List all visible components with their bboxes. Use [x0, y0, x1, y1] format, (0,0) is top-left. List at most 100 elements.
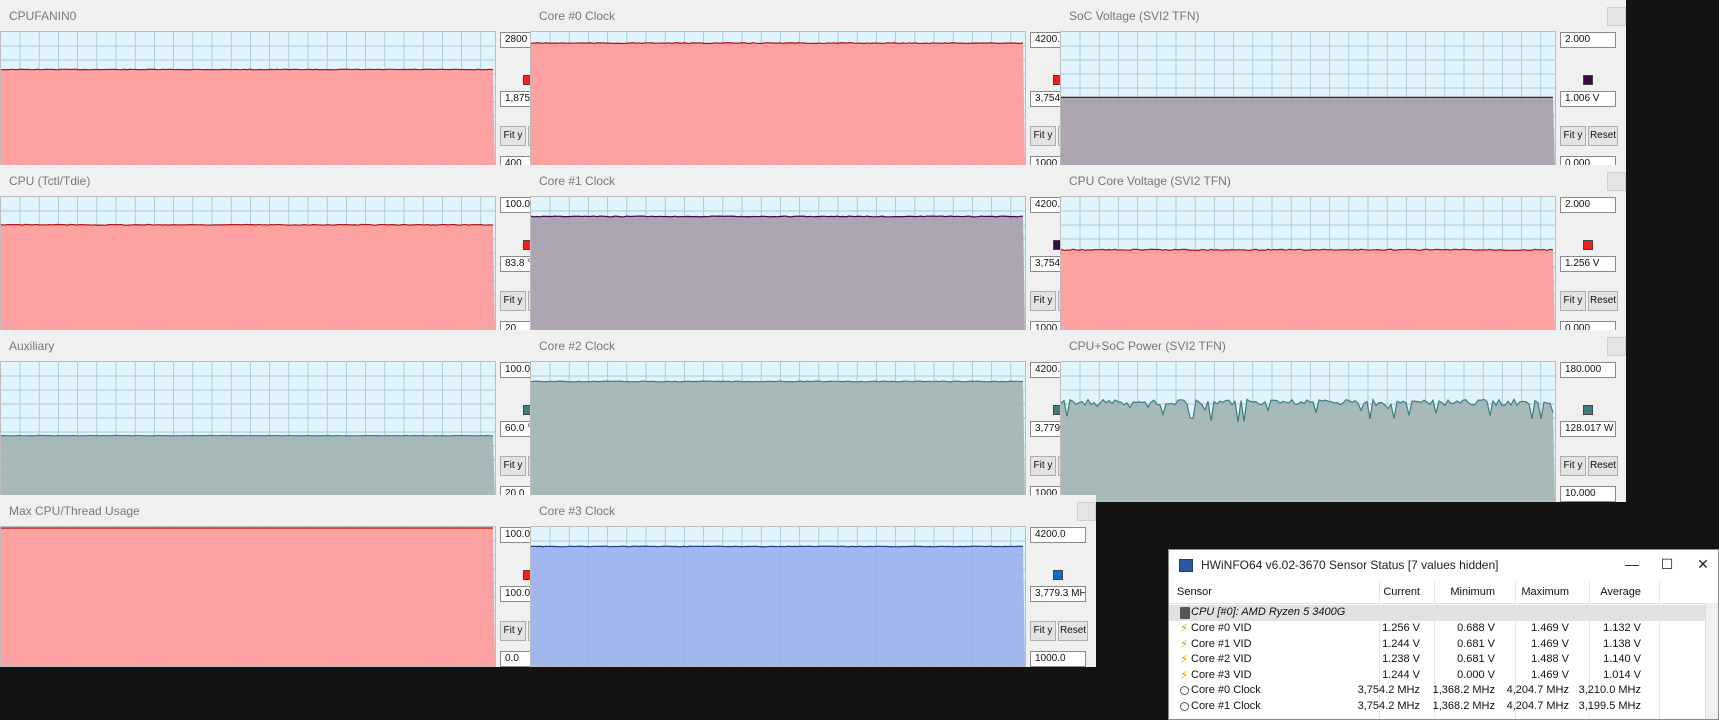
graph-current-value: 1.006 V	[1560, 91, 1616, 107]
graph-area	[1061, 399, 1555, 501]
sensor-graph	[0, 361, 496, 502]
table-row[interactable]: ⚡ Core #1 VID 1.244 V 0.681 V 1.469 V 1.…	[1169, 637, 1718, 653]
graph-color-swatch[interactable]	[1583, 405, 1593, 415]
sensor-graph-panel: SoC Voltage (SVI2 TFN) 2.000 1.006 V Fit…	[1060, 0, 1626, 172]
reset-button[interactable]: Reset	[1588, 291, 1618, 311]
graph-min-value[interactable]: 1000.0	[1030, 651, 1086, 667]
clock-icon	[1180, 701, 1189, 711]
lightning-icon: ⚡	[1180, 652, 1189, 666]
panel-close-button[interactable]	[1077, 502, 1096, 521]
graph-color-swatch[interactable]	[1583, 75, 1593, 85]
hwinfo-window-title: HWiNFO64 v6.02-3670 Sensor Status [7 val…	[1201, 558, 1499, 572]
panel-title: Core #3 Clock	[539, 504, 616, 518]
sensor-graph	[530, 361, 1026, 502]
reset-button[interactable]: Reset	[1588, 126, 1618, 146]
table-row[interactable]: ⚡ Core #0 VID 1.256 V 0.688 V 1.469 V 1.…	[1169, 621, 1718, 637]
sensor-name: Core #2 VID	[1191, 653, 1252, 665]
sensor-maximum: 1.469 V	[1531, 637, 1569, 650]
graph-line	[531, 380, 1024, 383]
panel-title: Core #2 Clock	[539, 339, 616, 353]
fit-y-button[interactable]: Fit y	[1030, 621, 1056, 641]
cpu-chip-icon	[1180, 607, 1190, 619]
sensor-graph-panel: CPUFANIN0 2800 1,875 RPM Fit y Reset 400	[0, 0, 566, 172]
panel-title: CPU Core Voltage (SVI2 TFN)	[1069, 174, 1231, 188]
column-header-sensor[interactable]: Sensor	[1177, 586, 1212, 598]
table-row[interactable]: ⚡ Core #2 VID 1.238 V 0.681 V 1.488 V 1.…	[1169, 652, 1718, 668]
fit-y-button[interactable]: Fit y	[500, 291, 526, 311]
sensor-minimum: 0.681 V	[1457, 653, 1495, 665]
graph-max-value[interactable]: 2.000	[1560, 32, 1616, 48]
table-row[interactable]: Core #1 Clock 3,754.2 MHz 1,368.2 MHz 4,…	[1169, 699, 1718, 715]
reset-button[interactable]: Reset	[1058, 621, 1088, 641]
graph-area	[531, 42, 1025, 171]
sensor-graph	[530, 196, 1026, 337]
sensor-graph-panel: Max CPU/Thread Usage 100.0 100.0 % Fit y…	[0, 495, 566, 667]
sensor-minimum: 0.688 V	[1457, 622, 1495, 634]
sensor-name: Core #0 Clock	[1191, 684, 1261, 696]
fit-y-button[interactable]: Fit y	[1030, 126, 1056, 146]
panel-title: CPU (Tctl/Tdie)	[9, 174, 91, 188]
graph-area	[1, 435, 495, 501]
sensor-group-row[interactable]: CPU [#0]: AMD Ryzen 5 3400G	[1169, 605, 1718, 621]
hwinfo-app-icon	[1179, 559, 1193, 572]
graph-min-value[interactable]: 10.000	[1560, 486, 1616, 502]
fit-y-button[interactable]: Fit y	[1030, 291, 1056, 311]
graph-svg	[531, 527, 1025, 666]
graph-area	[1, 69, 495, 171]
sensor-current: 3,754.2 MHz	[1357, 699, 1420, 712]
sensor-average: 1.138 V	[1603, 637, 1641, 650]
graph-max-value[interactable]: 180.000	[1560, 362, 1616, 378]
panel-title: CPUFANIN0	[9, 9, 77, 23]
sensor-average: 1.140 V	[1603, 653, 1641, 665]
graph-area	[1061, 97, 1555, 171]
column-header-maximum[interactable]: Maximum	[1491, 586, 1569, 598]
panel-close-button[interactable]	[1607, 7, 1626, 26]
fit-y-button[interactable]: Fit y	[1560, 456, 1586, 476]
sensor-graph	[530, 526, 1026, 667]
vertical-scrollbar[interactable]	[1705, 603, 1718, 719]
sensor-minimum: 0.681 V	[1457, 637, 1495, 650]
hwinfo-titlebar[interactable]: HWiNFO64 v6.02-3670 Sensor Status [7 val…	[1169, 550, 1718, 580]
graph-line	[531, 42, 1024, 45]
graph-max-value[interactable]: 2.000	[1560, 197, 1616, 213]
sensor-graph	[1060, 196, 1556, 337]
maximize-button[interactable]: ☐	[1656, 554, 1678, 574]
fit-y-button[interactable]: Fit y	[1560, 126, 1586, 146]
close-button[interactable]: ✕	[1692, 554, 1714, 574]
column-header-minimum[interactable]: Minimum	[1417, 586, 1495, 598]
fit-y-button[interactable]: Fit y	[1030, 456, 1056, 476]
sensor-graph-panel: CPU (Tctl/Tdie) 100.0 83.8 °C Fit y Rese…	[0, 165, 566, 337]
sensor-group-label: CPU [#0]: AMD Ryzen 5 3400G	[1191, 606, 1346, 618]
table-row[interactable]: ⚡ Core #3 VID 1.244 V 0.000 V 1.469 V 1.…	[1169, 668, 1718, 684]
panel-title: SoC Voltage (SVI2 TFN)	[1069, 9, 1200, 23]
graph-svg	[1, 197, 495, 336]
graph-color-swatch[interactable]	[1583, 240, 1593, 250]
graph-current-value: 1.256 V	[1560, 256, 1616, 272]
sensor-graph-panel: Auxiliary 100.0 60.0 °C Fit y Reset 20.0	[0, 330, 566, 502]
panel-title: CPU+SoC Power (SVI2 TFN)	[1069, 339, 1226, 353]
column-header-current[interactable]: Current	[1342, 586, 1420, 598]
graph-svg	[1, 32, 495, 171]
sensor-current: 1.238 V	[1382, 653, 1420, 665]
graph-line	[531, 215, 1024, 218]
graph-max-value[interactable]: 4200.0	[1030, 527, 1086, 543]
panel-title: Max CPU/Thread Usage	[9, 504, 140, 518]
fit-y-button[interactable]: Fit y	[500, 456, 526, 476]
fit-y-button[interactable]: Fit y	[1560, 291, 1586, 311]
graph-svg	[531, 362, 1025, 501]
fit-y-button[interactable]: Fit y	[500, 621, 526, 641]
table-row[interactable]: Core #0 Clock 3,754.2 MHz 1,368.2 MHz 4,…	[1169, 683, 1718, 699]
panel-close-button[interactable]	[1607, 172, 1626, 191]
graph-line	[1, 223, 494, 226]
column-header-average[interactable]: Average	[1563, 586, 1641, 598]
reset-button[interactable]: Reset	[1588, 456, 1618, 476]
graph-current-value: 128.017 W	[1560, 421, 1616, 437]
graph-current-value: 3,779.3 MH:	[1030, 586, 1086, 602]
sensor-maximum: 4,204.7 MHz	[1506, 699, 1569, 712]
fit-y-button[interactable]: Fit y	[500, 126, 526, 146]
sensor-graph	[0, 526, 496, 667]
minimize-button[interactable]: —	[1621, 554, 1643, 574]
panel-close-button[interactable]	[1607, 337, 1626, 356]
graph-color-swatch[interactable]	[1053, 570, 1063, 580]
sensor-current: 1.256 V	[1382, 622, 1420, 634]
